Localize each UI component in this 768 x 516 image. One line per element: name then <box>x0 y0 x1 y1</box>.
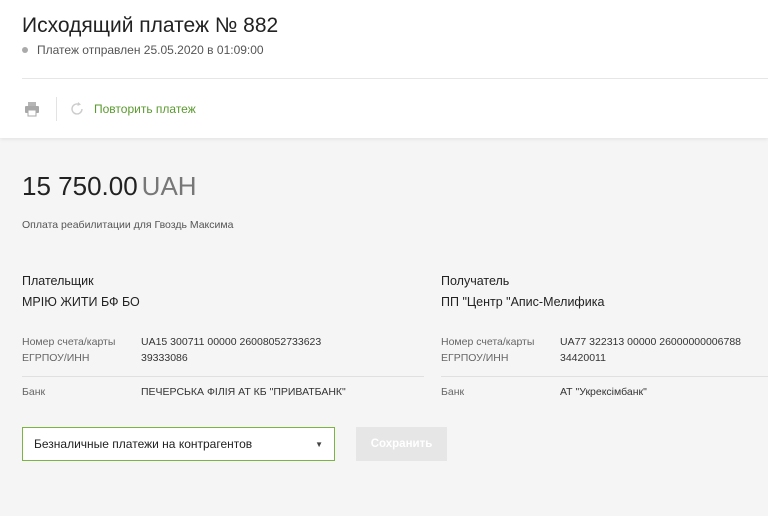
repeat-payment-label: Повторить платеж <box>94 102 196 116</box>
payment-purpose: Оплата реабилитации для Гвоздь Максима <box>22 219 234 231</box>
page-header: Исходящий платеж № 882 Платеж отправлен … <box>0 0 768 138</box>
payer-tax-value: 39333086 <box>141 352 188 364</box>
amount-value: 15 750.00 <box>22 171 138 201</box>
print-button[interactable] <box>22 99 42 119</box>
recipient-name: ПП "Центр "Апис-Мелифика <box>441 295 605 309</box>
header-divider <box>22 78 768 79</box>
payer-bank-value: ПЕЧЕРСЬКА ФІЛІЯ АТ КБ "ПРИВАТБАНК" <box>141 386 346 398</box>
refresh-icon <box>69 101 85 117</box>
payer-account-value: UA15 300711 00000 26008052733623 <box>141 336 322 348</box>
toolbar: Повторить платеж <box>22 96 196 122</box>
toolbar-separator <box>56 97 57 121</box>
printer-icon <box>25 102 39 117</box>
recipient-tax-row: ЕГРПОУ/ИНН 34420011 <box>441 352 768 364</box>
payer-section: Плательщик МРІЮ ЖИТИ БФ БО Номер счета/к… <box>22 274 424 398</box>
status-dot-icon <box>22 47 28 53</box>
status-text: Платеж отправлен 25.05.2020 в 01:09:00 <box>37 43 264 57</box>
payer-bank-row: Банк ПЕЧЕРСЬКА ФІЛІЯ АТ КБ "ПРИВАТБАНК" <box>22 386 424 398</box>
recipient-role: Получатель <box>441 274 510 288</box>
payment-status: Платеж отправлен 25.05.2020 в 01:09:00 <box>22 43 264 57</box>
recipient-account-label: Номер счета/карты <box>441 336 535 348</box>
recipient-account-row: Номер счета/карты UA77 322313 00000 2600… <box>441 336 768 348</box>
payer-tax-row: ЕГРПОУ/ИНН 39333086 <box>22 352 424 364</box>
category-selected-value: Безналичные платежи на контрагентов <box>34 437 253 451</box>
recipient-bank-label: Банк <box>441 386 465 398</box>
repeat-payment-button[interactable]: Повторить платеж <box>69 101 196 117</box>
payment-category-select[interactable]: Безналичные платежи на контрагентов ▼ <box>22 427 335 461</box>
payer-account-label: Номер счета/карты <box>22 336 116 348</box>
save-button[interactable]: Сохранить <box>356 427 447 461</box>
payer-bank-label: Банк <box>22 386 46 398</box>
chevron-down-icon: ▼ <box>315 439 323 449</box>
recipient-bank-row: Банк АТ "Укрексімбанк" <box>441 386 768 398</box>
recipient-tax-label: ЕГРПОУ/ИНН <box>441 352 509 364</box>
amount-currency: UAH <box>141 171 197 201</box>
page-title: Исходящий платеж № 882 <box>22 14 279 37</box>
recipient-section: Получатель ПП "Центр "Апис-Мелифика Номе… <box>441 274 768 398</box>
payment-amount: 15 750.00 UAH <box>22 171 197 202</box>
payer-name: МРІЮ ЖИТИ БФ БО <box>22 295 140 309</box>
recipient-account-value: UA77 322313 00000 26000000006788 <box>560 336 742 348</box>
payer-account-row: Номер счета/карты UA15 300711 00000 2600… <box>22 336 424 348</box>
recipient-divider <box>441 376 768 377</box>
payer-tax-label: ЕГРПОУ/ИНН <box>22 352 90 364</box>
recipient-tax-value: 34420011 <box>560 352 606 364</box>
payer-divider <box>22 376 424 377</box>
payer-role: Плательщик <box>22 274 94 288</box>
recipient-bank-value: АТ "Укрексімбанк" <box>560 386 647 398</box>
